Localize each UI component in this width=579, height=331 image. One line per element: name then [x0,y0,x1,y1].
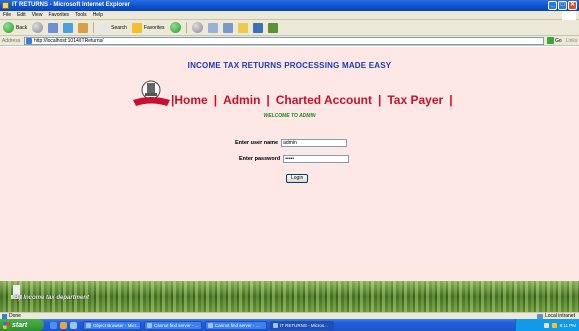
back-button[interactable]: Back [3,22,27,33]
footer-text: By Income tax department [14,295,90,301]
taskbar-button-label: Cannot find server - ... [215,322,260,328]
menu-favorites[interactable]: Favorites [48,12,69,18]
username-row: Enter user name [235,139,348,147]
windows-flag-icon [3,321,10,329]
back-arrow-icon [3,22,14,33]
network-icon[interactable] [543,322,549,328]
refresh-icon[interactable] [63,22,74,33]
status-page-icon [2,313,7,319]
username-input[interactable] [281,139,348,147]
taskbar-button-label: Cannot find server - ... [154,322,199,328]
history-icon[interactable] [191,22,203,33]
clock[interactable]: 8:11 PM [560,323,576,328]
address-input[interactable]: http://localhost:1014/ITReturns/ [24,36,544,45]
address-label: Address [2,37,21,44]
ie-page-icon [2,2,9,9]
media-quicklaunch-icon[interactable] [60,321,67,329]
menu-view[interactable]: View [32,12,43,18]
taskbar-button-cannot-find-server[interactable]: Cannot find server - ... [144,320,202,330]
search-icon [99,22,110,33]
search-label: Search [111,24,127,31]
maximize-button[interactable]: □ [558,1,567,10]
toolbar-separator [93,22,95,33]
page-content: INCOME TAX RETURNS PROCESSING MADE EASY … [0,47,579,281]
forward-button[interactable] [32,22,44,33]
nav-admin[interactable]: Admin [223,93,260,107]
system-tray: 8:11 PM [515,319,579,331]
footer-banner: By Income tax department [0,281,579,312]
main-navigation: | Home | Admin | Charted Account | Tax P… [171,93,453,107]
ie-icon [208,322,213,328]
password-label: Enter password [239,156,281,162]
nav-separator: | [449,93,453,107]
menu-file[interactable]: File [3,12,11,18]
windows-logo-icon [562,11,576,20]
mail-icon[interactable] [207,22,218,33]
taskbar-button-object-browser[interactable]: Object Browser - Micr... [83,320,141,330]
favorites-button[interactable]: Favorites [131,22,165,33]
menu-help[interactable]: Help [93,12,103,18]
start-button[interactable]: start [0,319,44,331]
password-row: Enter password [239,155,350,163]
intranet-icon [536,313,543,319]
links-button[interactable]: Links [566,38,578,44]
taskbar-button-label: Object Browser - Micr... [93,322,140,328]
username-label: Enter user name [235,140,279,146]
page-icon [26,37,32,44]
stop-icon[interactable] [48,22,59,33]
address-url: http://localhost:1014/ITReturns/ [34,37,104,44]
home-icon[interactable] [78,22,89,33]
favorites-star-icon [131,22,142,33]
go-arrow-icon [547,37,554,44]
nav-separator: | [266,93,270,107]
print-icon[interactable] [222,22,233,33]
messenger-icon[interactable] [267,22,278,33]
media-icon[interactable] [169,22,181,33]
favorites-label: Favorites [143,24,165,31]
taskbar-button-label: IT RETURNS - Micros... [280,322,328,328]
folder-icon[interactable] [237,22,248,33]
back-label: Back [16,24,28,31]
browser-toolbar: Back Search Favorites [0,20,579,36]
windows-taskbar: start Object Browser - Micr... Cannot fi… [0,319,579,331]
taskbar-button-cannot-find-server-2[interactable]: Cannot find server - ... [205,320,267,330]
close-button[interactable]: ✕ [568,1,577,10]
ie-icon [273,322,278,328]
page-heading: INCOME TAX RETURNS PROCESSING MADE EASY [187,61,392,70]
nav-tax-payer[interactable]: Tax Payer [387,93,443,107]
desktop-quicklaunch-icon[interactable] [70,321,77,329]
go-button[interactable]: Go [547,37,562,44]
menu-bar: File Edit View Favorites Tools Help [0,11,579,20]
search-button[interactable]: Search [99,22,127,33]
income-tax-emblem-icon [133,80,170,106]
minimize-button[interactable]: _ [548,1,557,10]
forward-arrow-icon [32,22,44,33]
window-title-bar: IT RETURNS - Microsoft Internet Explorer… [0,0,579,11]
nav-home[interactable]: Home [174,93,207,107]
menu-tools[interactable]: Tools [75,12,87,18]
welcome-message: WELCOME TO ADMIN [263,113,316,119]
volume-icon[interactable] [551,322,557,328]
nav-separator: | [378,93,382,107]
taskbar-button-it-returns[interactable]: IT RETURNS - Micros... [270,320,334,330]
menu-edit[interactable]: Edit [17,12,26,18]
research-icon[interactable] [252,22,263,33]
ie-icon [147,322,152,328]
toolbar-separator [185,22,187,33]
ie-quicklaunch-icon[interactable] [50,321,57,329]
window-title: IT RETURNS - Microsoft Internet Explorer [12,2,131,8]
login-button[interactable]: Login [286,174,309,183]
quick-launch [50,321,77,329]
start-label: start [12,321,28,329]
password-input[interactable] [283,155,350,163]
nav-charted-account[interactable]: Charted Account [276,93,372,107]
window-controls: _ □ ✕ [548,1,577,10]
nav-separator: | [213,93,218,107]
address-bar: Address http://localhost:1014/ITReturns/… [0,36,579,46]
go-label: Go [555,37,562,44]
status-bar: Done Local intranet [0,312,579,319]
window-icon [86,322,91,328]
